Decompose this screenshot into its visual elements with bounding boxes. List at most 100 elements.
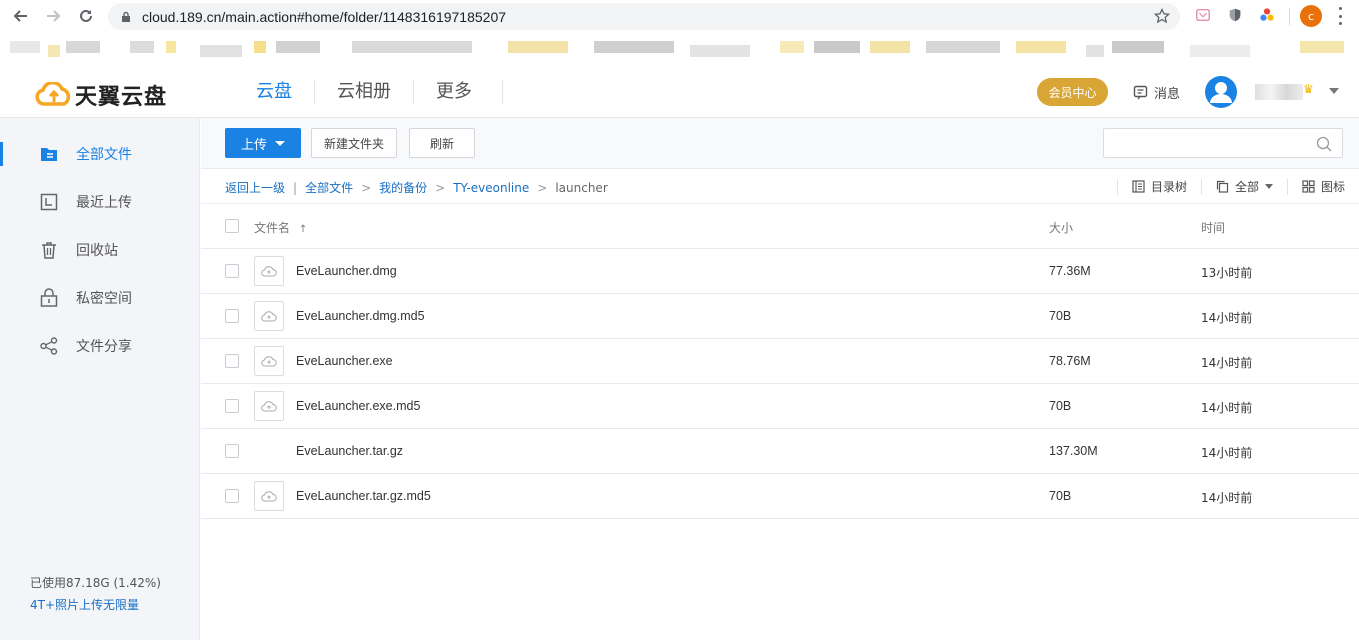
vip-center-button[interactable]: 会员中心 <box>1037 78 1108 106</box>
breadcrumb-arrow: > <box>361 180 372 195</box>
shield-icon[interactable] <box>1226 6 1244 24</box>
table-row[interactable]: EveLauncher.tar.gz.md5 70B 14小时前 <box>201 474 1359 519</box>
table-row[interactable]: EveLauncher.exe 78.76M 14小时前 <box>201 339 1359 384</box>
bookmarks-bar-obscured <box>0 33 1359 66</box>
logo[interactable]: 天翼云盘 <box>35 79 167 111</box>
file-name[interactable]: EveLauncher.exe <box>296 354 393 368</box>
refresh-button[interactable]: 刷新 <box>409 128 475 158</box>
breadcrumb-ty-eveonline[interactable]: TY-eveonline <box>453 181 529 195</box>
file-size: 70B <box>1049 399 1072 413</box>
upload-button[interactable]: 上传 <box>225 128 301 158</box>
row-checkbox[interactable] <box>225 399 239 413</box>
file-size: 70B <box>1049 309 1072 323</box>
breadcrumb-my-backup[interactable]: 我的备份 <box>379 179 427 196</box>
upload-label: 上传 <box>240 137 267 153</box>
breadcrumb-all-files[interactable]: 全部文件 <box>305 179 353 196</box>
select-all-checkbox[interactable] <box>225 219 239 233</box>
search-input[interactable] <box>1112 133 1312 153</box>
sidebar-item-all-files[interactable]: 全部文件 <box>0 130 199 178</box>
column-size-header[interactable]: 大小 <box>1049 219 1073 236</box>
sidebar: 全部文件 最近上传 回收站 私密空间 文件分享 已使用87.18G (1.42%… <box>0 118 200 640</box>
username-obscured[interactable] <box>1255 84 1303 100</box>
column-time-header[interactable]: 时间 <box>1201 219 1225 236</box>
search-icon[interactable] <box>1316 136 1332 152</box>
profile-avatar[interactable]: c <box>1300 5 1322 27</box>
active-indicator <box>0 142 3 166</box>
tree-label: 目录树 <box>1150 180 1187 194</box>
file-thumbnail <box>254 346 284 376</box>
sidebar-item-file-share[interactable]: 文件分享 <box>0 322 199 370</box>
file-thumbnail <box>254 301 284 331</box>
sidebar-item-label: 私密空间 <box>76 291 132 307</box>
lock-icon <box>40 288 58 307</box>
icon-view-label: 图标 <box>1320 180 1345 194</box>
forward-arrow-icon[interactable] <box>40 3 66 29</box>
sidebar-item-recycle-bin[interactable]: 回收站 <box>0 226 199 274</box>
icon-view-button[interactable]: 图标 <box>1286 178 1359 195</box>
sidebar-item-recent-upload[interactable]: 最近上传 <box>0 178 199 226</box>
nav-cloud-disk[interactable]: 云盘 <box>226 80 315 104</box>
user-avatar[interactable] <box>1205 76 1237 108</box>
table-row[interactable]: EveLauncher.exe.md5 70B 14小时前 <box>201 384 1359 429</box>
file-thumbnail <box>254 481 284 511</box>
grid-icon <box>1302 180 1315 193</box>
file-size: 137.30M <box>1049 444 1098 458</box>
cloud-file-icon <box>261 491 277 502</box>
filter-dropdown[interactable]: 全部 <box>1200 178 1287 195</box>
sidebar-item-private-space[interactable]: 私密空间 <box>0 274 199 322</box>
breadcrumb-separator: | <box>293 180 298 195</box>
breadcrumb-row: 返回上一级 | 全部文件 > 我的备份 > TY-eveonline > lau… <box>201 169 1359 204</box>
filter-label: 全部 <box>1234 180 1259 194</box>
main-nav: 云盘 云相册 更多 <box>226 66 503 118</box>
table-row[interactable]: EveLauncher.dmg 77.36M 13小时前 <box>201 249 1359 294</box>
cloud-file-icon <box>261 311 277 322</box>
copy-icon <box>1216 180 1229 193</box>
file-thumbnail <box>254 391 284 421</box>
share-icon <box>40 337 58 355</box>
column-name-header[interactable]: 文件名 ↑ <box>254 219 307 236</box>
new-folder-button[interactable]: 新建文件夹 <box>311 128 397 158</box>
directory-tree-button[interactable]: 目录树 <box>1116 178 1201 195</box>
file-name[interactable]: EveLauncher.tar.gz.md5 <box>296 489 431 503</box>
back-arrow-icon[interactable] <box>8 3 34 29</box>
row-checkbox[interactable] <box>225 354 239 368</box>
table-row[interactable]: EveLauncher.tar.gz 137.30M 14小时前 <box>201 429 1359 474</box>
bookmark-star-icon[interactable] <box>1154 8 1170 24</box>
row-checkbox[interactable] <box>225 309 239 323</box>
user-menu-caret-icon[interactable] <box>1329 88 1339 94</box>
file-name[interactable]: EveLauncher.dmg.md5 <box>296 309 425 323</box>
extension-icon[interactable] <box>1194 6 1212 24</box>
browser-menu-icon[interactable] <box>1339 7 1343 25</box>
app-header: 天翼云盘 云盘 云相册 更多 会员中心 消息 ♛ <box>0 66 1359 118</box>
sidebar-item-label: 回收站 <box>76 243 118 259</box>
file-time: 14小时前 <box>1201 401 1253 415</box>
breadcrumb-current: launcher <box>555 180 608 195</box>
color-extension-icon[interactable] <box>1258 6 1276 24</box>
sidebar-item-label: 最近上传 <box>76 195 132 211</box>
folder-icon <box>41 148 57 161</box>
file-time: 13小时前 <box>1201 266 1253 280</box>
url-text: cloud.189.cn/main.action#home/folder/114… <box>142 8 507 25</box>
back-up-link[interactable]: 返回上一级 <box>225 179 285 196</box>
toolbar-divider <box>1289 8 1290 25</box>
nav-more[interactable]: 更多 <box>414 80 503 104</box>
cloud-file-icon <box>261 266 277 277</box>
address-bar[interactable]: cloud.189.cn/main.action#home/folder/114… <box>108 3 1180 30</box>
file-name[interactable]: EveLauncher.tar.gz <box>296 444 403 458</box>
row-checkbox[interactable] <box>225 264 239 278</box>
file-thumbnail <box>254 256 284 286</box>
crown-icon: ♛ <box>1303 82 1314 96</box>
row-checkbox[interactable] <box>225 444 239 458</box>
messages-button[interactable]: 消息 <box>1133 83 1180 102</box>
logo-text: 天翼云盘 <box>75 85 168 110</box>
file-name[interactable]: EveLauncher.exe.md5 <box>296 399 420 413</box>
recent-upload-icon <box>40 193 58 211</box>
row-checkbox[interactable] <box>225 489 239 503</box>
table-row[interactable]: EveLauncher.dmg.md5 70B 14小时前 <box>201 294 1359 339</box>
storage-upsell-link[interactable]: 4T+照片上传无限量 <box>30 596 139 613</box>
cloud-file-icon <box>261 356 277 367</box>
file-name[interactable]: EveLauncher.dmg <box>296 264 397 278</box>
nav-cloud-album[interactable]: 云相册 <box>315 80 414 104</box>
reload-icon[interactable] <box>73 3 99 29</box>
file-time: 14小时前 <box>1201 356 1253 370</box>
